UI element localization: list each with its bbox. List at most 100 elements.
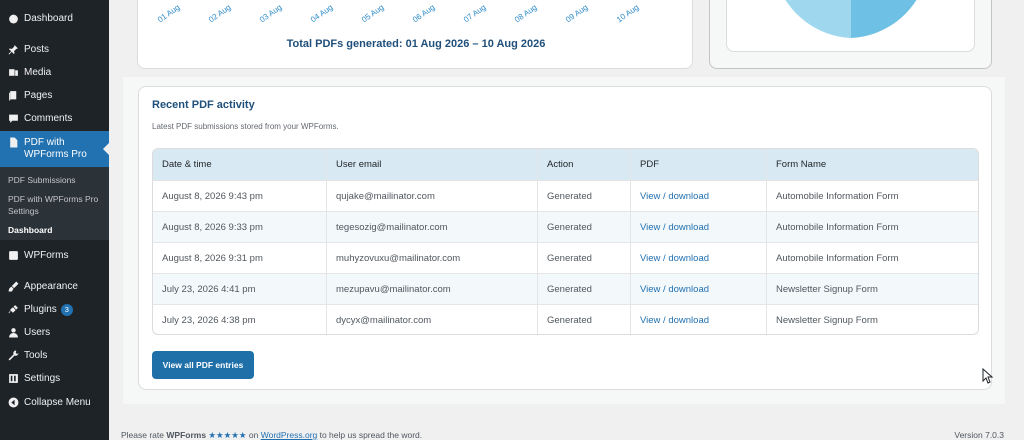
activity-title: Recent PDF activity [152, 99, 255, 111]
view-all-pdf-entries-button[interactable]: View all PDF entries [152, 351, 254, 379]
recent-activity-card: Recent PDF activity Latest PDF submissio… [138, 86, 992, 390]
cell-pdf-link[interactable]: View / download [631, 181, 709, 212]
cell-action: Generated [547, 191, 592, 202]
pin-icon [8, 44, 19, 55]
column-header-form-name: Form Name [776, 159, 827, 170]
cell-email: muhyzovuxu@mailinator.com [336, 253, 461, 264]
table-row: August 8, 2026 9:33 pm tegesozig@mailinat… [153, 211, 978, 243]
collapse-icon [8, 397, 19, 408]
pie-slice-dark [851, 0, 917, 38]
cell-form-name: Automobile Information Form [776, 222, 899, 233]
column-divider [766, 149, 767, 334]
collapse-menu-button[interactable]: Collapse Menu [0, 391, 109, 414]
footer-prefix: Please rate [121, 430, 167, 440]
table-row: July 23, 2026 4:38 pm dycyx@mailinator.co… [153, 304, 978, 334]
activity-description: Latest PDF submissions stored from your … [152, 122, 339, 131]
x-axis-tick-label: 06 Aug [411, 2, 437, 25]
wrench-icon [8, 350, 19, 361]
sidebar-item-settings[interactable]: Settings [0, 367, 109, 390]
column-header-pdf: PDF [640, 159, 659, 170]
x-axis-tick-label: 08 Aug [513, 2, 539, 25]
pie-chart-card [709, 0, 992, 69]
sidebar-item-label: Comments [24, 113, 73, 124]
cell-action: Generated [547, 222, 592, 233]
sidebar-item-tools[interactable]: Tools [0, 344, 109, 367]
cell-pdf-link[interactable]: View / download [631, 243, 709, 274]
cell-action: Generated [547, 253, 592, 264]
sidebar-item-dashboard[interactable]: Dashboard [0, 7, 109, 30]
sidebar-item-label: Collapse Menu [24, 397, 91, 408]
current-menu-arrow [103, 143, 109, 155]
x-axis-tick-label: 05 Aug [360, 2, 386, 25]
table-row: August 8, 2026 9:43 pm qujake@mailinator.… [153, 180, 978, 212]
sidebar-item-users[interactable]: Users [0, 321, 109, 344]
column-header-action: Action [547, 159, 574, 170]
cell-pdf-link[interactable]: View / download [631, 274, 709, 305]
column-divider [326, 149, 327, 334]
rating-stars-link[interactable]: ★★★★★ [208, 430, 246, 440]
submenu-item-pdf-settings[interactable]: PDF with WPForms Pro Settings [8, 193, 104, 217]
cell-form-name: Newsletter Signup Form [776, 284, 878, 295]
sidebar-item-label: Pages [24, 90, 53, 101]
sidebar-item-label: Plugins [24, 304, 57, 315]
plugins-update-badge: 3 [60, 303, 73, 316]
footer-brand: WPForms [166, 430, 207, 440]
submenu-item-pdf-submissions[interactable]: PDF Submissions [8, 174, 104, 186]
cell-pdf-link[interactable]: View / download [631, 212, 709, 243]
sidebar-item-plugins[interactable]: Plugins 3 [0, 298, 109, 321]
sidebar-item-pdf-with-wpforms-pro[interactable]: PDF with WPForms Pro [0, 131, 109, 168]
sidebar-submenu: PDF Submissions PDF with WPForms Pro Set… [0, 167, 109, 240]
sidebar-item-pages[interactable]: Pages [0, 84, 109, 107]
media-icon [8, 67, 19, 78]
column-divider [630, 149, 631, 334]
pages-icon [8, 90, 19, 101]
table-row: July 23, 2026 4:41 pm mezupavu@mailinator… [153, 273, 978, 305]
footer-on: on [246, 430, 261, 440]
column-header-email: User email [336, 159, 382, 170]
column-divider [537, 149, 538, 334]
sidebar-item-label: Settings [24, 373, 61, 384]
x-axis-tick-label: 04 Aug [309, 2, 335, 25]
footer-version: Version 7.0.3 [954, 430, 1004, 440]
chart-total-caption: Total PDFs generated: 01 Aug 2026 – 10 A… [286, 38, 546, 50]
pie-slice-light [785, 0, 851, 38]
sidebar-item-wpforms[interactable]: WPForms [0, 244, 109, 267]
sidebar-item-label: Media [24, 67, 52, 78]
cell-action: Generated [547, 284, 592, 295]
pie-chart-inner [726, 0, 975, 52]
x-axis-tick-label: 03 Aug [258, 2, 284, 25]
x-axis-tick-label: 07 Aug [462, 2, 488, 25]
x-axis-tick-label: 10 Aug [615, 2, 641, 25]
user-icon [8, 327, 19, 338]
submenu-item-dashboard[interactable]: Dashboard [8, 224, 104, 236]
comment-icon [8, 113, 19, 124]
plugin-icon [8, 304, 19, 315]
cell-date: August 8, 2026 9:31 pm [162, 253, 263, 264]
cell-date: August 8, 2026 9:43 pm [162, 191, 263, 202]
sidebar-item-posts[interactable]: Posts [0, 38, 109, 61]
cell-email: dycyx@mailinator.com [336, 315, 432, 326]
cell-pdf-link[interactable]: View / download [631, 305, 709, 334]
footer-suffix: to help us spread the word. [317, 430, 423, 440]
document-icon [8, 137, 19, 148]
sidebar-item-comments[interactable]: Comments [0, 107, 109, 130]
cell-action: Generated [547, 315, 592, 326]
sidebar-item-media[interactable]: Media [0, 61, 109, 84]
cell-email: qujake@mailinator.com [336, 191, 435, 202]
wordpress-org-link[interactable]: WordPress.org [261, 430, 318, 440]
cell-date: July 23, 2026 4:38 pm [162, 315, 256, 326]
sidebar-item-appearance[interactable]: Appearance [0, 275, 109, 298]
pdf-chart-card: 01 Aug 02 Aug 03 Aug 04 Aug 05 Aug 06 Aug 07 A… [137, 0, 693, 69]
sidebar-item-label: Users [24, 327, 51, 338]
x-axis-tick-label: 09 Aug [564, 2, 590, 25]
wpforms-icon [8, 250, 19, 261]
sidebar-item-label: Tools [24, 350, 48, 361]
cell-email: mezupavu@mailinator.com [336, 284, 451, 295]
dashboard-icon [8, 13, 19, 24]
sidebar-item-label: Dashboard [24, 13, 73, 24]
cell-date: August 8, 2026 9:33 pm [162, 222, 263, 233]
x-axis-tick-label: 02 Aug [207, 2, 233, 25]
brush-icon [8, 281, 19, 292]
mouse-cursor-icon [982, 368, 994, 384]
sidebar-item-label: Posts [24, 44, 50, 55]
